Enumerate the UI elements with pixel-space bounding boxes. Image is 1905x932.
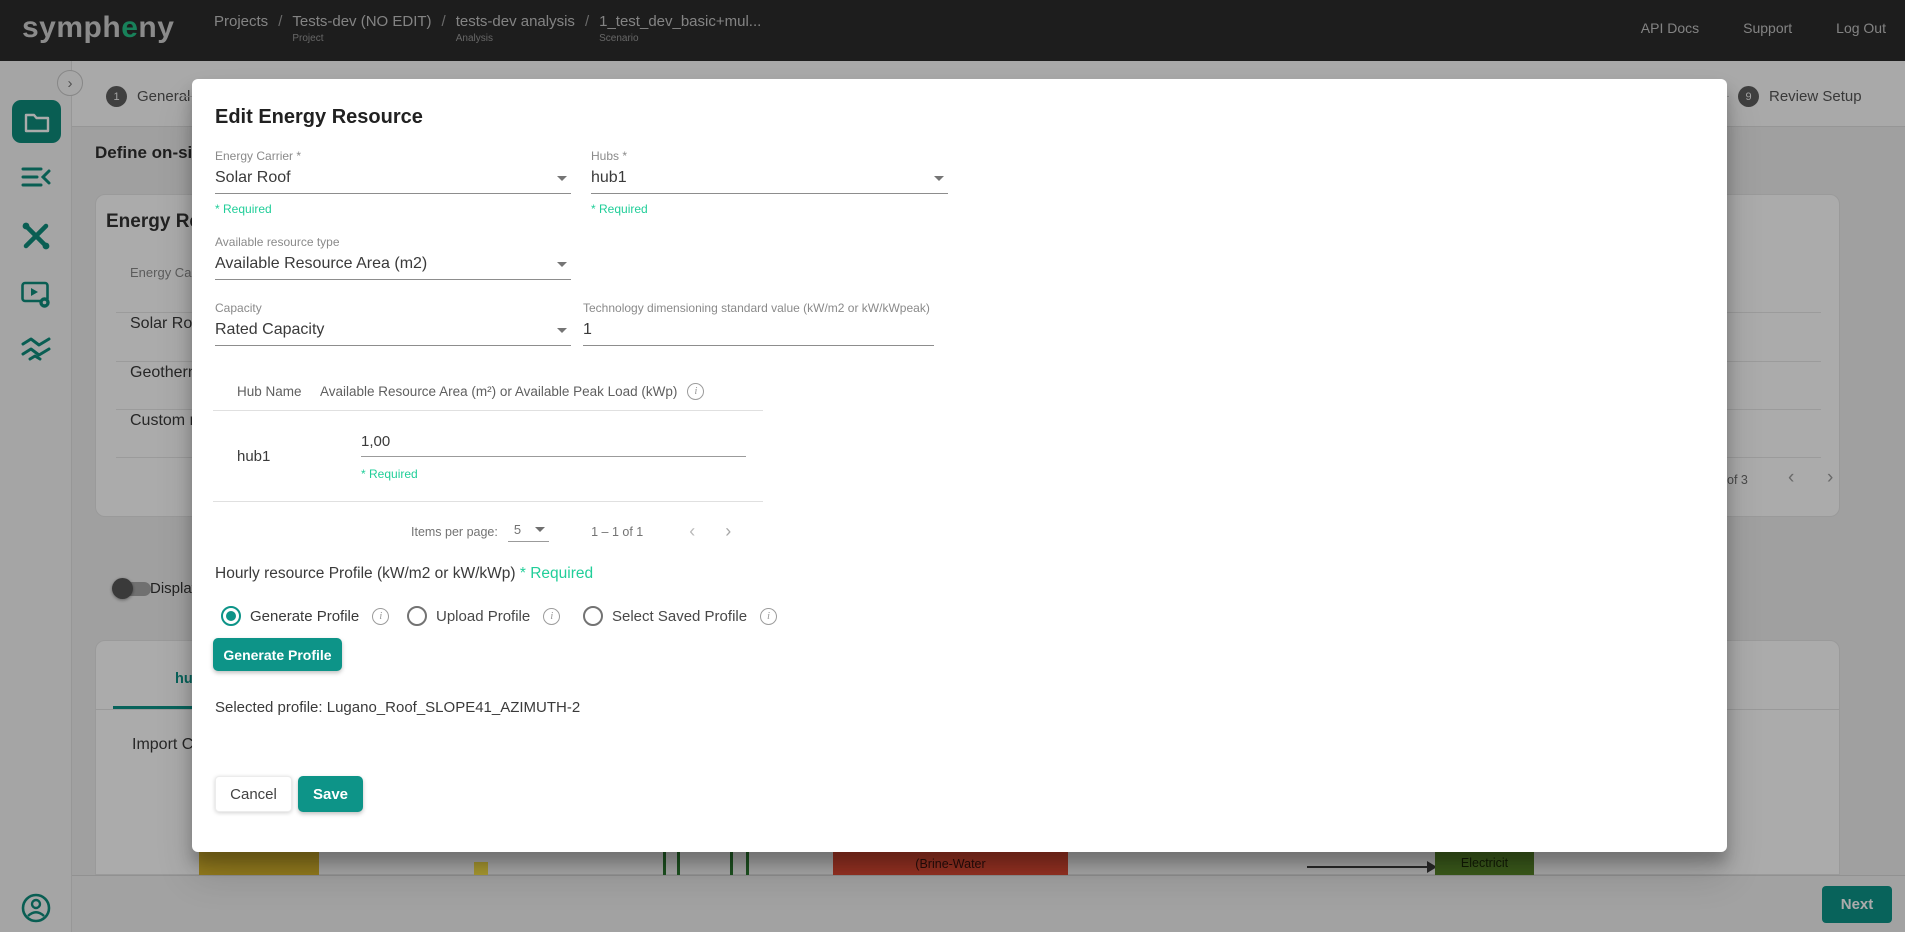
table-row-hub1: hub1 1,00 * Required: [213, 411, 763, 502]
required-hint: * Required: [361, 467, 746, 481]
radio-label: Generate Profile: [250, 608, 359, 625]
radio-selected-icon[interactable]: [221, 606, 241, 626]
field-label: Available resource type: [215, 235, 571, 249]
column-header-text: Available Resource Area (m²) or Availabl…: [320, 384, 677, 399]
hub-name-cell: hub1: [213, 411, 320, 501]
radio-group-upload-profile[interactable]: Upload Profile i: [407, 606, 560, 626]
required-hint: * Required: [215, 202, 571, 216]
capacity-select[interactable]: Rated Capacity: [215, 318, 571, 346]
radio-label: Select Saved Profile: [612, 608, 747, 625]
select-value: Solar Roof: [215, 169, 291, 187]
field-label: Technology dimensioning standard value (…: [583, 301, 934, 315]
radio-group-select-saved-profile[interactable]: Select Saved Profile i: [583, 606, 777, 626]
hub-capacity-table: Hub Name Available Resource Area (m²) or…: [213, 372, 763, 542]
resource-type-select[interactable]: Available Resource Area (m2): [215, 252, 571, 280]
info-icon[interactable]: i: [760, 608, 777, 625]
previous-page-icon[interactable]: ‹: [689, 521, 695, 542]
column-header-resource-area: Available Resource Area (m²) or Availabl…: [320, 383, 704, 400]
field-label: Hubs *: [591, 149, 948, 163]
required-hint: * Required: [520, 565, 593, 582]
dropdown-arrow-icon: [557, 176, 567, 181]
page-size-select[interactable]: 5: [508, 522, 549, 542]
table-header-row: Hub Name Available Resource Area (m²) or…: [213, 372, 763, 411]
dialog-title: Edit Energy Resource: [215, 106, 423, 129]
radio-unselected-icon[interactable]: [407, 606, 427, 626]
page-size-value: 5: [514, 522, 521, 537]
column-header-hub-name: Hub Name: [213, 384, 320, 399]
dropdown-arrow-icon: [557, 262, 567, 267]
info-icon[interactable]: i: [543, 608, 560, 625]
save-button[interactable]: Save: [298, 776, 363, 812]
edit-energy-resource-dialog: Edit Energy Resource Energy Carrier * So…: [192, 79, 1727, 852]
info-icon[interactable]: i: [372, 608, 389, 625]
required-hint: * Required: [591, 202, 948, 216]
input-value: 1,00: [361, 433, 746, 457]
field-label: Capacity: [215, 301, 571, 315]
radio-unselected-icon[interactable]: [583, 606, 603, 626]
radio-group-generate-profile[interactable]: Generate Profile i: [221, 606, 389, 626]
energy-carrier-field: Energy Carrier * Solar Roof * Required: [215, 149, 571, 216]
dropdown-arrow-icon: [535, 527, 545, 532]
field-label: Energy Carrier *: [215, 149, 571, 163]
tech-standard-value-input[interactable]: 1: [583, 318, 934, 346]
radio-label: Upload Profile: [436, 608, 530, 625]
select-value: Available Resource Area (m2): [215, 255, 427, 273]
selected-profile-value: Lugano_Roof_SLOPE41_AZIMUTH-2: [327, 699, 580, 716]
hubs-select[interactable]: hub1: [591, 166, 948, 194]
dropdown-arrow-icon: [557, 328, 567, 333]
hourly-profile-heading: Hourly resource Profile (kW/m2 or kW/kWp…: [215, 565, 593, 583]
select-value: Rated Capacity: [215, 321, 324, 339]
resource-area-input[interactable]: 1,00 * Required: [361, 433, 746, 481]
next-page-icon[interactable]: ›: [725, 521, 731, 542]
generate-profile-button[interactable]: Generate Profile: [213, 638, 342, 671]
capacity-field: Capacity Rated Capacity: [215, 301, 571, 346]
input-value: 1: [583, 321, 592, 339]
selected-profile-label: Selected profile:: [215, 699, 323, 716]
paginator-range: 1 – 1 of 1: [591, 525, 643, 539]
resource-type-field: Available resource type Available Resour…: [215, 235, 571, 280]
energy-carrier-select[interactable]: Solar Roof: [215, 166, 571, 194]
select-value: hub1: [591, 169, 627, 187]
dropdown-arrow-icon: [934, 176, 944, 181]
selected-profile-row: Selected profile: Lugano_Roof_SLOPE41_AZ…: [215, 699, 580, 716]
table-paginator: Items per page: 5 1 – 1 of 1 ‹ ›: [411, 521, 763, 542]
info-icon[interactable]: i: [687, 383, 704, 400]
hubs-field: Hubs * hub1 * Required: [591, 149, 948, 216]
app-screen: sympheny Projects / Tests-dev (NO EDIT) …: [0, 0, 1905, 932]
heading-text: Hourly resource Profile (kW/m2 or kW/kWp…: [215, 565, 520, 582]
cancel-button[interactable]: Cancel: [215, 776, 292, 812]
items-per-page-label: Items per page:: [411, 525, 498, 539]
tech-standard-value-field: Technology dimensioning standard value (…: [583, 301, 934, 346]
